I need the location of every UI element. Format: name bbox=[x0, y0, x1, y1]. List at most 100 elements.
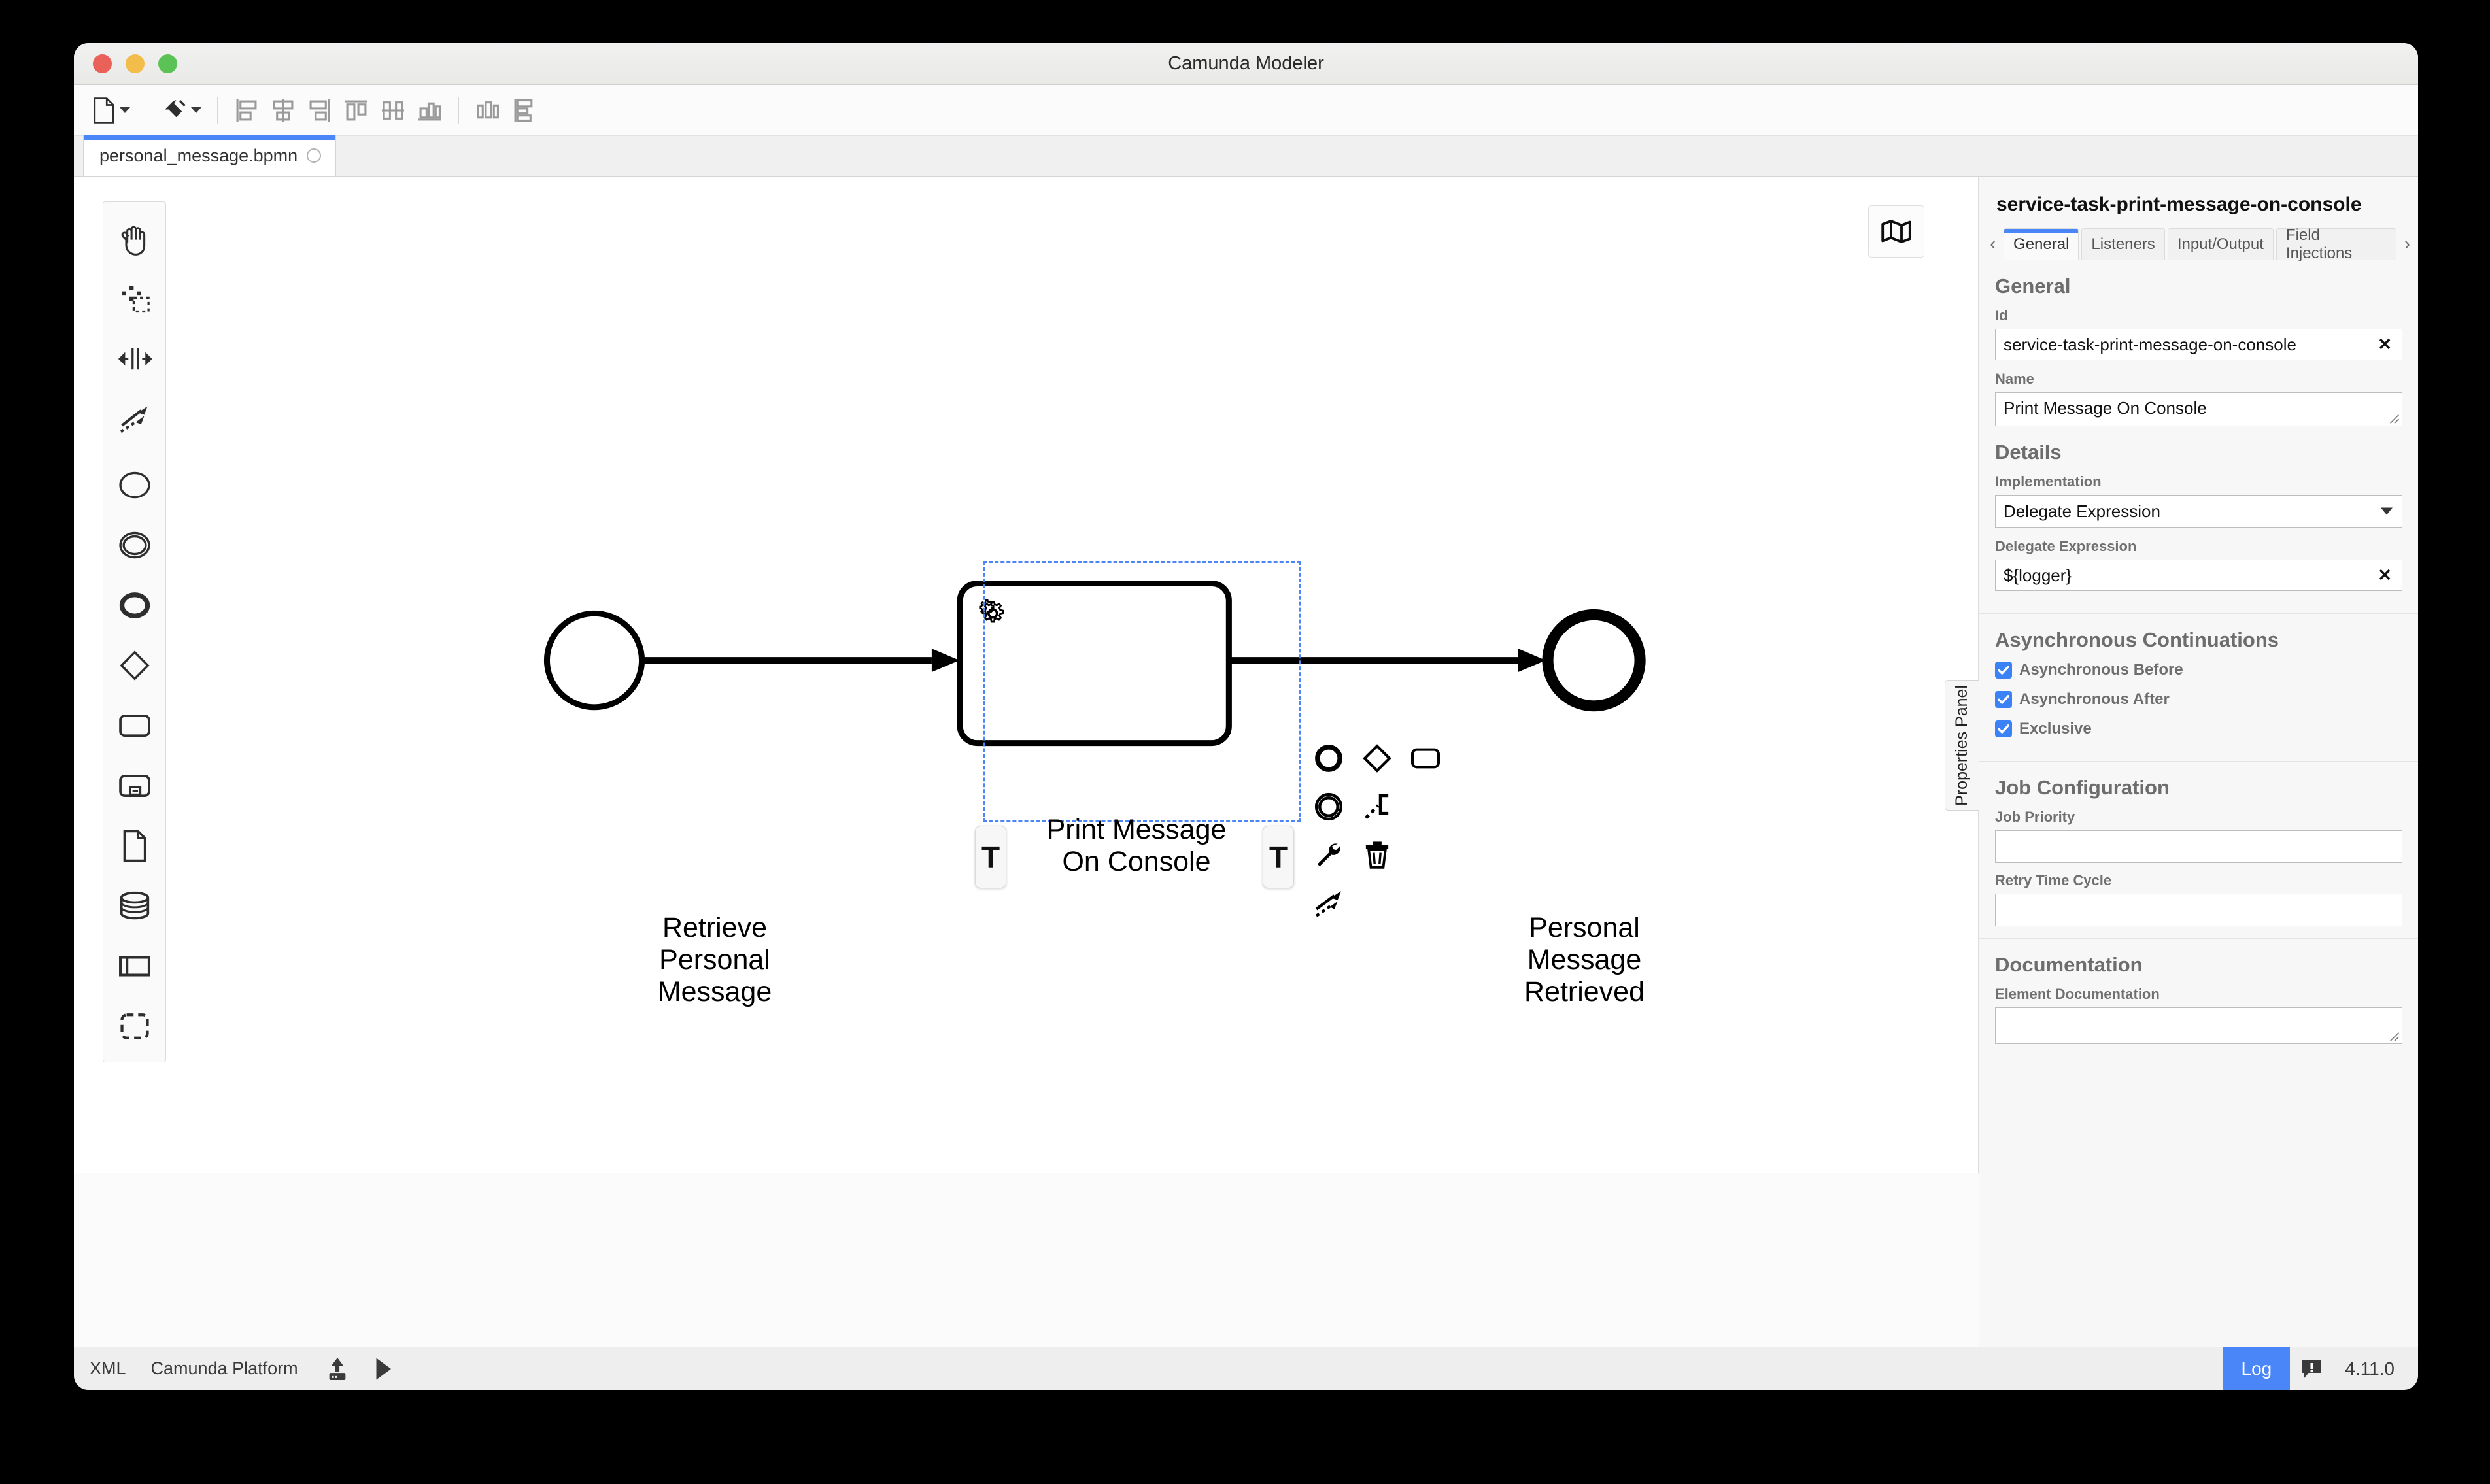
new-diagram-caret-icon[interactable] bbox=[120, 107, 130, 113]
async-before-label: Asynchronous Before bbox=[2019, 661, 2183, 679]
close-circle-icon[interactable] bbox=[307, 148, 322, 163]
lower-panel bbox=[74, 1173, 1979, 1347]
context-pad-change-type[interactable] bbox=[1306, 832, 1352, 878]
platform-button[interactable]: Camunda Platform bbox=[151, 1358, 298, 1379]
deploy-upload-icon bbox=[329, 1357, 346, 1380]
properties-panel-toggle-tab[interactable]: Properties Panel bbox=[1945, 680, 1979, 811]
retry-time-cycle-input[interactable] bbox=[1995, 894, 2402, 926]
selection-outline bbox=[983, 561, 1301, 822]
element-documentation-input[interactable] bbox=[1995, 1007, 2402, 1044]
group-general: General Id service-task-print-message-on… bbox=[1979, 275, 2418, 426]
properties-panel-title: service-task-print-message-on-console bbox=[1996, 194, 2362, 215]
group-job-configuration-title: Job Configuration bbox=[1995, 776, 2170, 799]
title-bar: Camunda Modeler bbox=[74, 43, 2418, 85]
exclusive-checkbox[interactable] bbox=[1995, 720, 2012, 737]
align-bottom-icon bbox=[418, 102, 441, 120]
resize-grip-icon[interactable] bbox=[2389, 414, 2400, 424]
tabs-prev-arrow-icon[interactable]: ‹ bbox=[1985, 233, 2001, 260]
id-field-label: Id bbox=[1995, 307, 2008, 324]
element-documentation-field-label: Element Documentation bbox=[1995, 986, 2160, 1002]
context-pad-append-intermediate-event[interactable] bbox=[1306, 784, 1352, 830]
notifications-button[interactable] bbox=[2290, 1358, 2333, 1380]
delegate-expression-field-label: Delegate Expression bbox=[1995, 538, 2137, 554]
connect-icon bbox=[1315, 891, 1341, 917]
deploy-button[interactable] bbox=[323, 1355, 352, 1383]
check-icon bbox=[1998, 666, 2009, 675]
properties-panel-toggle-label: Properties Panel bbox=[1953, 684, 1971, 806]
group-details-title: Details bbox=[1995, 441, 2062, 464]
clear-x-icon[interactable]: ✕ bbox=[2378, 565, 2392, 586]
tab-general[interactable]: General bbox=[2004, 228, 2079, 260]
context-pad-append-end-event[interactable] bbox=[1306, 735, 1352, 781]
task-icon bbox=[1411, 748, 1440, 769]
align-right-icon bbox=[309, 99, 330, 122]
context-pad bbox=[1306, 735, 1448, 926]
clear-x-icon[interactable]: ✕ bbox=[2378, 335, 2392, 355]
async-before-row[interactable]: Asynchronous Before bbox=[1995, 661, 2402, 679]
wrench-icon bbox=[1317, 843, 1340, 867]
async-after-checkbox[interactable] bbox=[1995, 691, 2012, 708]
align-tool-button[interactable] bbox=[158, 93, 192, 127]
group-general-title: General bbox=[1995, 275, 2071, 297]
log-button[interactable]: Log bbox=[2223, 1347, 2291, 1390]
name-input[interactable]: Print Message On Console bbox=[1995, 392, 2402, 426]
context-pad-connect[interactable] bbox=[1306, 881, 1352, 926]
start-event-shape[interactable] bbox=[543, 610, 645, 711]
resize-grip-icon[interactable] bbox=[2389, 1032, 2400, 1042]
chevron-down-icon bbox=[2381, 507, 2393, 515]
tabs-next-arrow-icon[interactable]: › bbox=[2399, 233, 2415, 260]
delegate-expression-input[interactable]: ${logger} bbox=[1995, 560, 2402, 591]
text-annotation-icon bbox=[1365, 794, 1389, 819]
async-after-row[interactable]: Asynchronous After bbox=[1995, 690, 2402, 709]
end-event-icon bbox=[1315, 745, 1342, 772]
run-button[interactable] bbox=[369, 1355, 398, 1383]
bpmn-canvas[interactable]: T T Print Message On Console Retrieve Pe… bbox=[74, 177, 1979, 1173]
tab-input-output[interactable]: Input/Output bbox=[2167, 228, 2274, 260]
toolbar-divider bbox=[217, 96, 218, 124]
canvas-column: T T Print Message On Console Retrieve Pe… bbox=[74, 177, 1979, 1347]
status-bar: XML Camunda Platform Log 4.11.0 bbox=[74, 1347, 2418, 1390]
context-pad-delete[interactable] bbox=[1354, 832, 1400, 878]
distribute-horizontal-button[interactable] bbox=[471, 93, 505, 127]
align-left-button[interactable] bbox=[230, 93, 264, 127]
end-event-shape[interactable] bbox=[1542, 609, 1646, 712]
xml-button[interactable]: XML bbox=[90, 1358, 126, 1379]
app-body: T T Print Message On Console Retrieve Pe… bbox=[74, 177, 2418, 1347]
job-priority-field-label: Job Priority bbox=[1995, 809, 2075, 825]
async-after-label: Asynchronous After bbox=[2019, 690, 2170, 708]
align-top-button[interactable] bbox=[339, 93, 373, 127]
properties-panel-content: General Id service-task-print-message-on… bbox=[1979, 260, 2418, 1347]
async-before-checkbox[interactable] bbox=[1995, 662, 2012, 679]
context-pad-append-task[interactable] bbox=[1403, 735, 1448, 781]
group-details: Details Implementation Delegate Expressi… bbox=[1979, 441, 2418, 614]
file-tab-personal-message[interactable]: personal_message.bpmn bbox=[83, 135, 337, 176]
exclusive-row[interactable]: Exclusive bbox=[1995, 720, 2402, 738]
distribute-vertical-button[interactable] bbox=[507, 93, 541, 127]
align-right-button[interactable] bbox=[303, 93, 337, 127]
tab-listeners[interactable]: Listeners bbox=[2081, 228, 2165, 260]
window-title: Camunda Modeler bbox=[1168, 53, 1324, 74]
alert-bubble-icon bbox=[2302, 1360, 2322, 1379]
service-task-label: Print Message On Console bbox=[1046, 814, 1227, 878]
exclusive-label: Exclusive bbox=[2019, 720, 2092, 737]
implementation-select[interactable]: Delegate Expression bbox=[1995, 495, 2402, 528]
check-icon bbox=[1998, 695, 2009, 704]
context-pad-append-text-annotation[interactable] bbox=[1354, 784, 1400, 830]
tab-field-injections-label: Field Injections bbox=[2285, 226, 2353, 262]
job-priority-input[interactable] bbox=[1995, 830, 2402, 863]
align-tool-caret-icon[interactable] bbox=[191, 107, 201, 113]
align-center-icon bbox=[273, 99, 294, 122]
align-middle-button[interactable] bbox=[376, 93, 410, 127]
intermediate-event-icon bbox=[1314, 792, 1343, 821]
implementation-select-value: Delegate Expression bbox=[2004, 501, 2160, 521]
file-tab-bar: personal_message.bpmn bbox=[74, 135, 2418, 177]
context-pad-append-gateway[interactable] bbox=[1354, 735, 1400, 781]
align-bottom-button[interactable] bbox=[413, 93, 447, 127]
tab-field-injections[interactable]: Field Injections bbox=[2276, 226, 2396, 262]
tab-input-output-label: Input/Output bbox=[2177, 235, 2264, 253]
id-input[interactable]: service-task-print-message-on-console bbox=[1995, 329, 2402, 360]
toolbar-divider bbox=[458, 96, 459, 124]
align-center-button[interactable] bbox=[266, 93, 300, 127]
end-event-label: Personal Message Retrieved bbox=[1524, 912, 1645, 1008]
new-diagram-button[interactable] bbox=[87, 93, 121, 127]
